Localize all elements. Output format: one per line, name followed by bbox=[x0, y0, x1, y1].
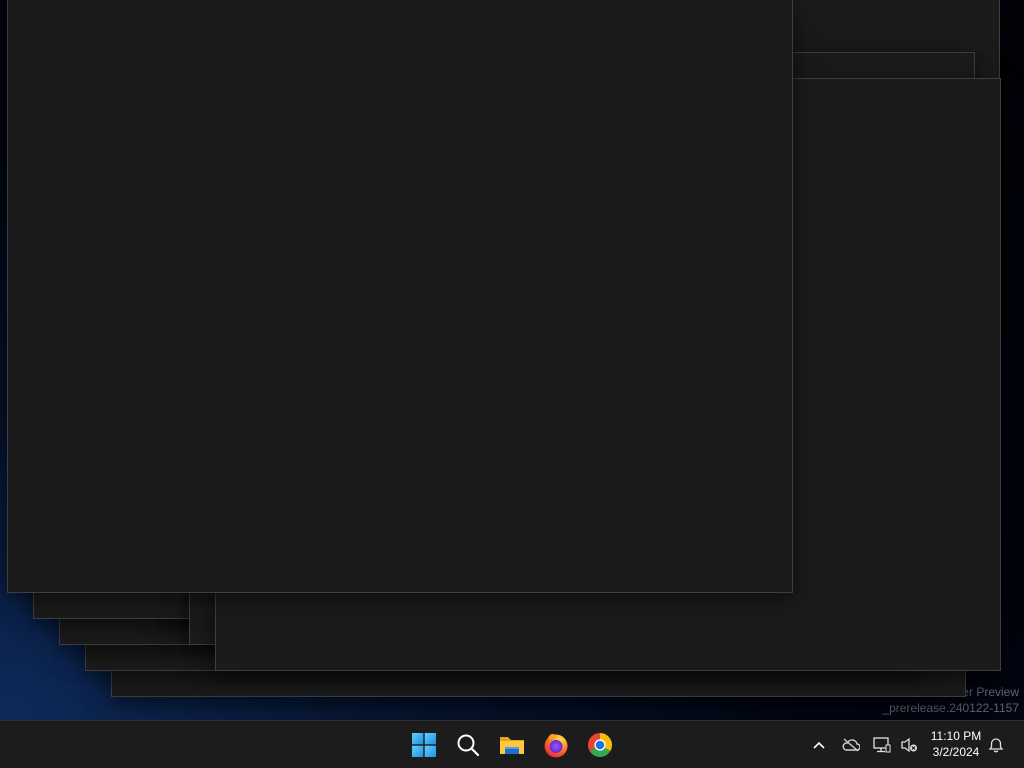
volume-muted-icon bbox=[901, 737, 917, 753]
search-button[interactable] bbox=[448, 725, 488, 765]
show-hidden-icons-button[interactable] bbox=[806, 731, 832, 759]
taskbar: 11:10 PM 3/2/2024 bbox=[0, 720, 1024, 768]
clock-date: 3/2/2024 bbox=[932, 745, 980, 759]
onedrive-status-button[interactable] bbox=[838, 731, 864, 759]
file-explorer-button[interactable] bbox=[492, 725, 532, 765]
search-icon bbox=[457, 734, 480, 757]
app-window-front[interactable] bbox=[7, 0, 793, 593]
volume-button[interactable] bbox=[896, 731, 922, 759]
network-status-button[interactable] bbox=[869, 731, 895, 759]
network-icon bbox=[873, 737, 891, 753]
clock-time: 11:10 PM bbox=[930, 729, 982, 743]
notification-bell-icon bbox=[988, 738, 1004, 753]
firefox-button[interactable] bbox=[536, 725, 576, 765]
clock-button[interactable]: 11:10 PM 3/2/2024 bbox=[926, 728, 986, 760]
notifications-button[interactable] bbox=[983, 731, 1009, 759]
onedrive-offline-icon bbox=[842, 738, 860, 752]
chrome-icon bbox=[588, 733, 612, 757]
folder-icon bbox=[500, 737, 524, 754]
windows-logo-icon bbox=[412, 733, 436, 757]
start-button[interactable] bbox=[404, 725, 444, 765]
chevron-up-icon bbox=[813, 741, 825, 749]
watermark-line-2: _prerelease.240122-1157 bbox=[882, 701, 1019, 715]
firefox-icon bbox=[544, 733, 568, 758]
desktop: o Insider Preview _prerelease.240122-115… bbox=[0, 0, 1024, 720]
chrome-button[interactable] bbox=[580, 725, 620, 765]
